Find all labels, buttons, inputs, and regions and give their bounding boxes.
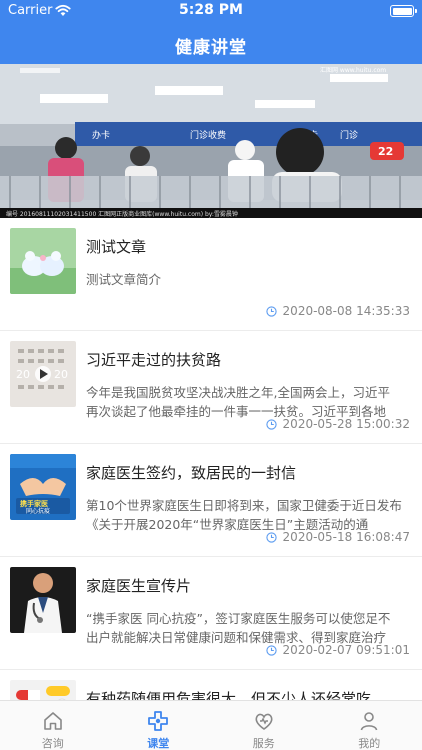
article-date: 2020-05-18 16:08:47 — [265, 530, 410, 544]
svg-text:办卡: 办卡 — [92, 129, 110, 141]
article-item[interactable]: 20 20 习近平走过的扶贫路 今年是我国脱贫攻坚决战决胜之年,全国两会上，习近… — [0, 331, 422, 444]
article-thumbnail: 携手家医 同心抗疫 — [10, 454, 76, 520]
article-date: 2020-05-28 15:00:32 — [265, 417, 410, 431]
page-title: 健康讲堂 — [175, 38, 247, 58]
tab-classroom[interactable]: 课堂 — [106, 701, 212, 750]
banner-image[interactable]: 办卡 门诊收费 办卡 门诊 22 — [0, 64, 422, 218]
thumb-poster-text: 携手家医 — [20, 499, 48, 508]
clock-icon — [265, 418, 277, 430]
health-cross-icon — [148, 711, 169, 731]
banner-watermark: 汇图网 www.huitu.com — [320, 66, 386, 74]
banner-sign-number: 22 — [378, 145, 393, 158]
article-date-text: 2020-05-18 16:08:47 — [282, 530, 410, 544]
banner-caption: 编号 20160811102031411500 汇图网正版商业图库(www.hu… — [6, 210, 238, 218]
clock-icon — [265, 644, 277, 656]
article-item[interactable]: 携手家医 同心抗疫 家庭医生签约，致居民的一封信 第10个世界家庭医生日即将到来… — [0, 444, 422, 557]
article-item[interactable]: 家庭医生宣传片 “携手家医 同心抗疫”，签订家庭医生服务可以使您足不出户就能解决… — [0, 557, 422, 670]
article-title: 习近平走过的扶贫路 — [86, 351, 222, 369]
tab-bar: 咨询 课堂 服务 我的 — [0, 700, 422, 750]
tab-consult[interactable]: 咨询 — [0, 701, 106, 750]
article-date: 2020-02-07 09:51:01 — [265, 643, 410, 657]
tab-label: 咨询 — [41, 737, 64, 750]
clock-icon — [265, 305, 277, 317]
article-title: 家庭医生签约，致居民的一封信 — [86, 464, 297, 482]
home-icon — [43, 712, 62, 730]
user-icon — [360, 712, 378, 731]
article-thumbnail — [10, 228, 76, 294]
article-summary: 今年是我国脱贫攻坚决战决胜之年,全国两会上，习近平再次谈起了他最牵挂的一件事一一… — [86, 385, 390, 419]
nav-header: Carrier 5:28 PM 健康讲堂 — [0, 0, 422, 64]
article-item[interactable]: 测试文章 测试文章简介 2020-08-08 14:35:33 — [0, 218, 422, 331]
battery-icon — [390, 5, 417, 17]
article-date: 2020-08-08 14:35:33 — [265, 304, 410, 318]
article-date-text: 2020-08-08 14:35:33 — [282, 304, 410, 318]
article-summary: 测试文章简介 — [86, 272, 162, 287]
article-thumbnail — [10, 567, 76, 633]
article-title: 测试文章 — [86, 238, 147, 256]
hospital-hall-photo: 办卡 门诊收费 办卡 门诊 22 — [0, 64, 422, 218]
article-thumbnail — [10, 680, 76, 700]
svg-text:门诊: 门诊 — [340, 129, 358, 141]
clock-time: 5:28 PM — [179, 2, 243, 18]
stethoscope-heart-icon — [255, 713, 273, 730]
tab-mine[interactable]: 我的 — [317, 701, 422, 750]
tab-service[interactable]: 服务 — [211, 701, 317, 750]
tab-label: 服务 — [252, 737, 275, 750]
app-screen: Carrier 5:28 PM 健康讲堂 办卡 门诊收费 办卡 门诊 — [0, 0, 422, 750]
article-date-text: 2020-02-07 09:51:01 — [282, 643, 410, 657]
article-summary: “携手家医 同心抗疫”，签订家庭医生服务可以使您足不出户就能解决日常健康问题和保… — [86, 611, 391, 645]
article-item[interactable]: 有种药随便用危害很大，但不少人还经常吃 — [0, 670, 422, 700]
status-bar: Carrier 5:28 PM — [0, 0, 422, 22]
svg-text:20: 20 — [54, 368, 68, 381]
article-list: 测试文章 测试文章简介 2020-08-08 14:35:33 20 20 习近… — [0, 218, 422, 700]
article-date-text: 2020-05-28 15:00:32 — [282, 417, 410, 431]
tab-label: 我的 — [358, 737, 381, 750]
article-thumbnail: 20 20 — [10, 341, 76, 407]
svg-text:20: 20 — [16, 368, 30, 381]
article-title: 有种药随便用危害很大，但不少人还经常吃 — [86, 690, 372, 700]
article-summary: 第10个世界家庭医生日即将到来，国家卫健委于近日发布《关于开展2020年“世界家… — [86, 498, 402, 532]
clock-icon — [265, 531, 277, 543]
tab-label: 课堂 — [147, 737, 170, 750]
article-title: 家庭医生宣传片 — [86, 577, 192, 595]
banner-sign-text: 门诊收费 — [190, 129, 226, 141]
thumb-poster-text: 同心抗疫 — [26, 507, 50, 515]
